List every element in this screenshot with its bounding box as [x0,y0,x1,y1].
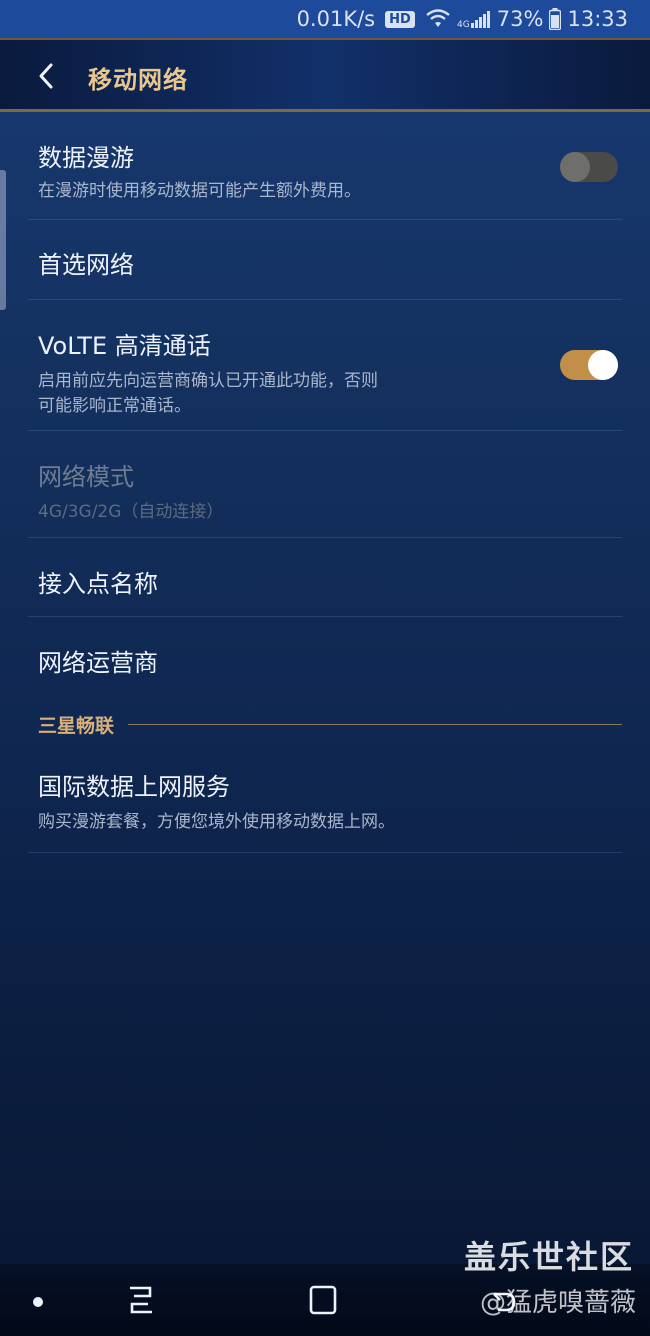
section-divider [128,723,622,725]
dot-button[interactable] [30,1294,46,1314]
preferred-network-title: 首选网络 [38,251,134,279]
preferred-network-item[interactable]: 首选网络 [28,220,622,300]
watermark-site: 盖乐世社区 [463,1238,634,1276]
data-roaming-title: 数据漫游 [38,144,134,172]
status-bar: 0.01K/s HD 4G 73% 13:33 [0,0,650,38]
intl-data-subtitle: 购买漫游套餐，方便您境外使用移动数据上网。 [38,812,395,832]
intl-data-title: 国际数据上网服务 [38,773,230,801]
section-label: 三星畅联 [38,714,115,737]
data-roaming-toggle[interactable] [560,152,618,182]
volte-toggle[interactable] [560,350,618,380]
apn-item[interactable]: 接入点名称 [28,538,622,617]
network-mode-item: 网络模式 4G/3G/2G（自动连接） [28,431,622,538]
data-roaming-subtitle: 在漫游时使用移动数据可能产生额外费用。 [38,181,361,201]
home-button[interactable] [308,1284,338,1320]
page-title: 移动网络 [88,66,188,94]
data-roaming-item[interactable]: 数据漫游 在漫游时使用移动数据可能产生额外费用。 [28,112,622,220]
volte-title: VoLTE 高清通话 [38,332,211,360]
signal-icon: 4G [457,9,491,29]
back-button[interactable] [28,58,64,94]
volte-subtitle: 启用前应先向运营商确认已开通此功能，否则 可能影响正常通话。 [38,369,612,419]
apn-title: 接入点名称 [38,570,158,598]
app-header: 移动网络 [0,38,650,112]
network-type: 4G [457,20,470,29]
home-square-icon [309,1285,337,1315]
volte-item[interactable]: VoLTE 高清通话 启用前应先向运营商确认已开通此功能，否则 可能影响正常通话… [28,300,622,431]
network-mode-title: 网络模式 [38,463,134,491]
chevron-left-icon [39,63,53,89]
recent-apps-button[interactable] [126,1284,156,1320]
clock: 13:33 [567,7,628,31]
network-speed: 0.01K/s [296,7,376,31]
volte-subtitle-line1: 启用前应先向运营商确认已开通此功能，否则 [38,371,378,391]
volte-subtitle-line2: 可能影响正常通话。 [38,396,191,416]
dot-icon [33,1297,43,1307]
operator-item[interactable]: 网络运营商 [28,617,622,697]
recent-apps-icon [130,1286,152,1314]
screen: 0.01K/s HD 4G 73% 13:33 移动网络 数据漫游 在漫游时使用… [0,0,650,1336]
hd-badge: HD [385,10,415,28]
watermark-user: @猛虎嗅蔷薇 [479,1288,636,1318]
battery-percent: 73% [496,7,544,31]
network-mode-subtitle: 4G/3G/2G（自动连接） [38,502,224,522]
toggle-knob [560,152,590,182]
battery-icon [549,8,562,30]
section-header-samsung: 三星畅联 [38,701,622,747]
operator-title: 网络运营商 [38,649,158,677]
wifi-icon [425,9,451,29]
intl-data-item[interactable]: 国际数据上网服务 购买漫游套餐，方便您境外使用移动数据上网。 [28,747,622,853]
toggle-knob [588,350,618,380]
settings-list: 数据漫游 在漫游时使用移动数据可能产生额外费用。 首选网络 VoLTE 高清通话… [0,112,650,853]
